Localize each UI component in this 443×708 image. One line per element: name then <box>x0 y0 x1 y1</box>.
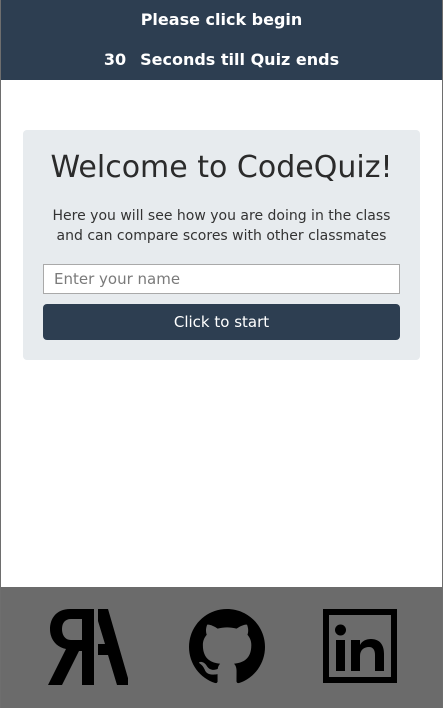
name-input[interactable] <box>43 264 400 294</box>
github-icon <box>189 609 265 684</box>
instruction-text: Please click begin <box>140 10 303 29</box>
github-link[interactable] <box>188 609 268 685</box>
timer-count: 30 <box>103 50 127 69</box>
welcome-card: Welcome to CodeQuiz! Here you will see h… <box>23 130 420 360</box>
welcome-description: Here you will see how you are doing in t… <box>52 208 391 244</box>
resume-link[interactable] <box>48 609 128 685</box>
quiz-page: Please click begin 30 Seconds till Quiz e… <box>0 0 443 708</box>
start-button[interactable]: Click to start <box>43 304 400 340</box>
linkedin-link[interactable] <box>323 609 403 685</box>
linkedin-icon <box>323 609 397 683</box>
footer <box>1 587 442 708</box>
resume-logo-icon <box>48 609 128 685</box>
header-bar: Please click begin 30 Seconds till Quiz e… <box>1 0 442 80</box>
timer-display: 30 Seconds till Quiz ends <box>1 50 442 70</box>
timer-label: Seconds till Quiz ends <box>140 50 340 69</box>
welcome-title: Welcome to CodeQuiz! <box>50 150 393 185</box>
